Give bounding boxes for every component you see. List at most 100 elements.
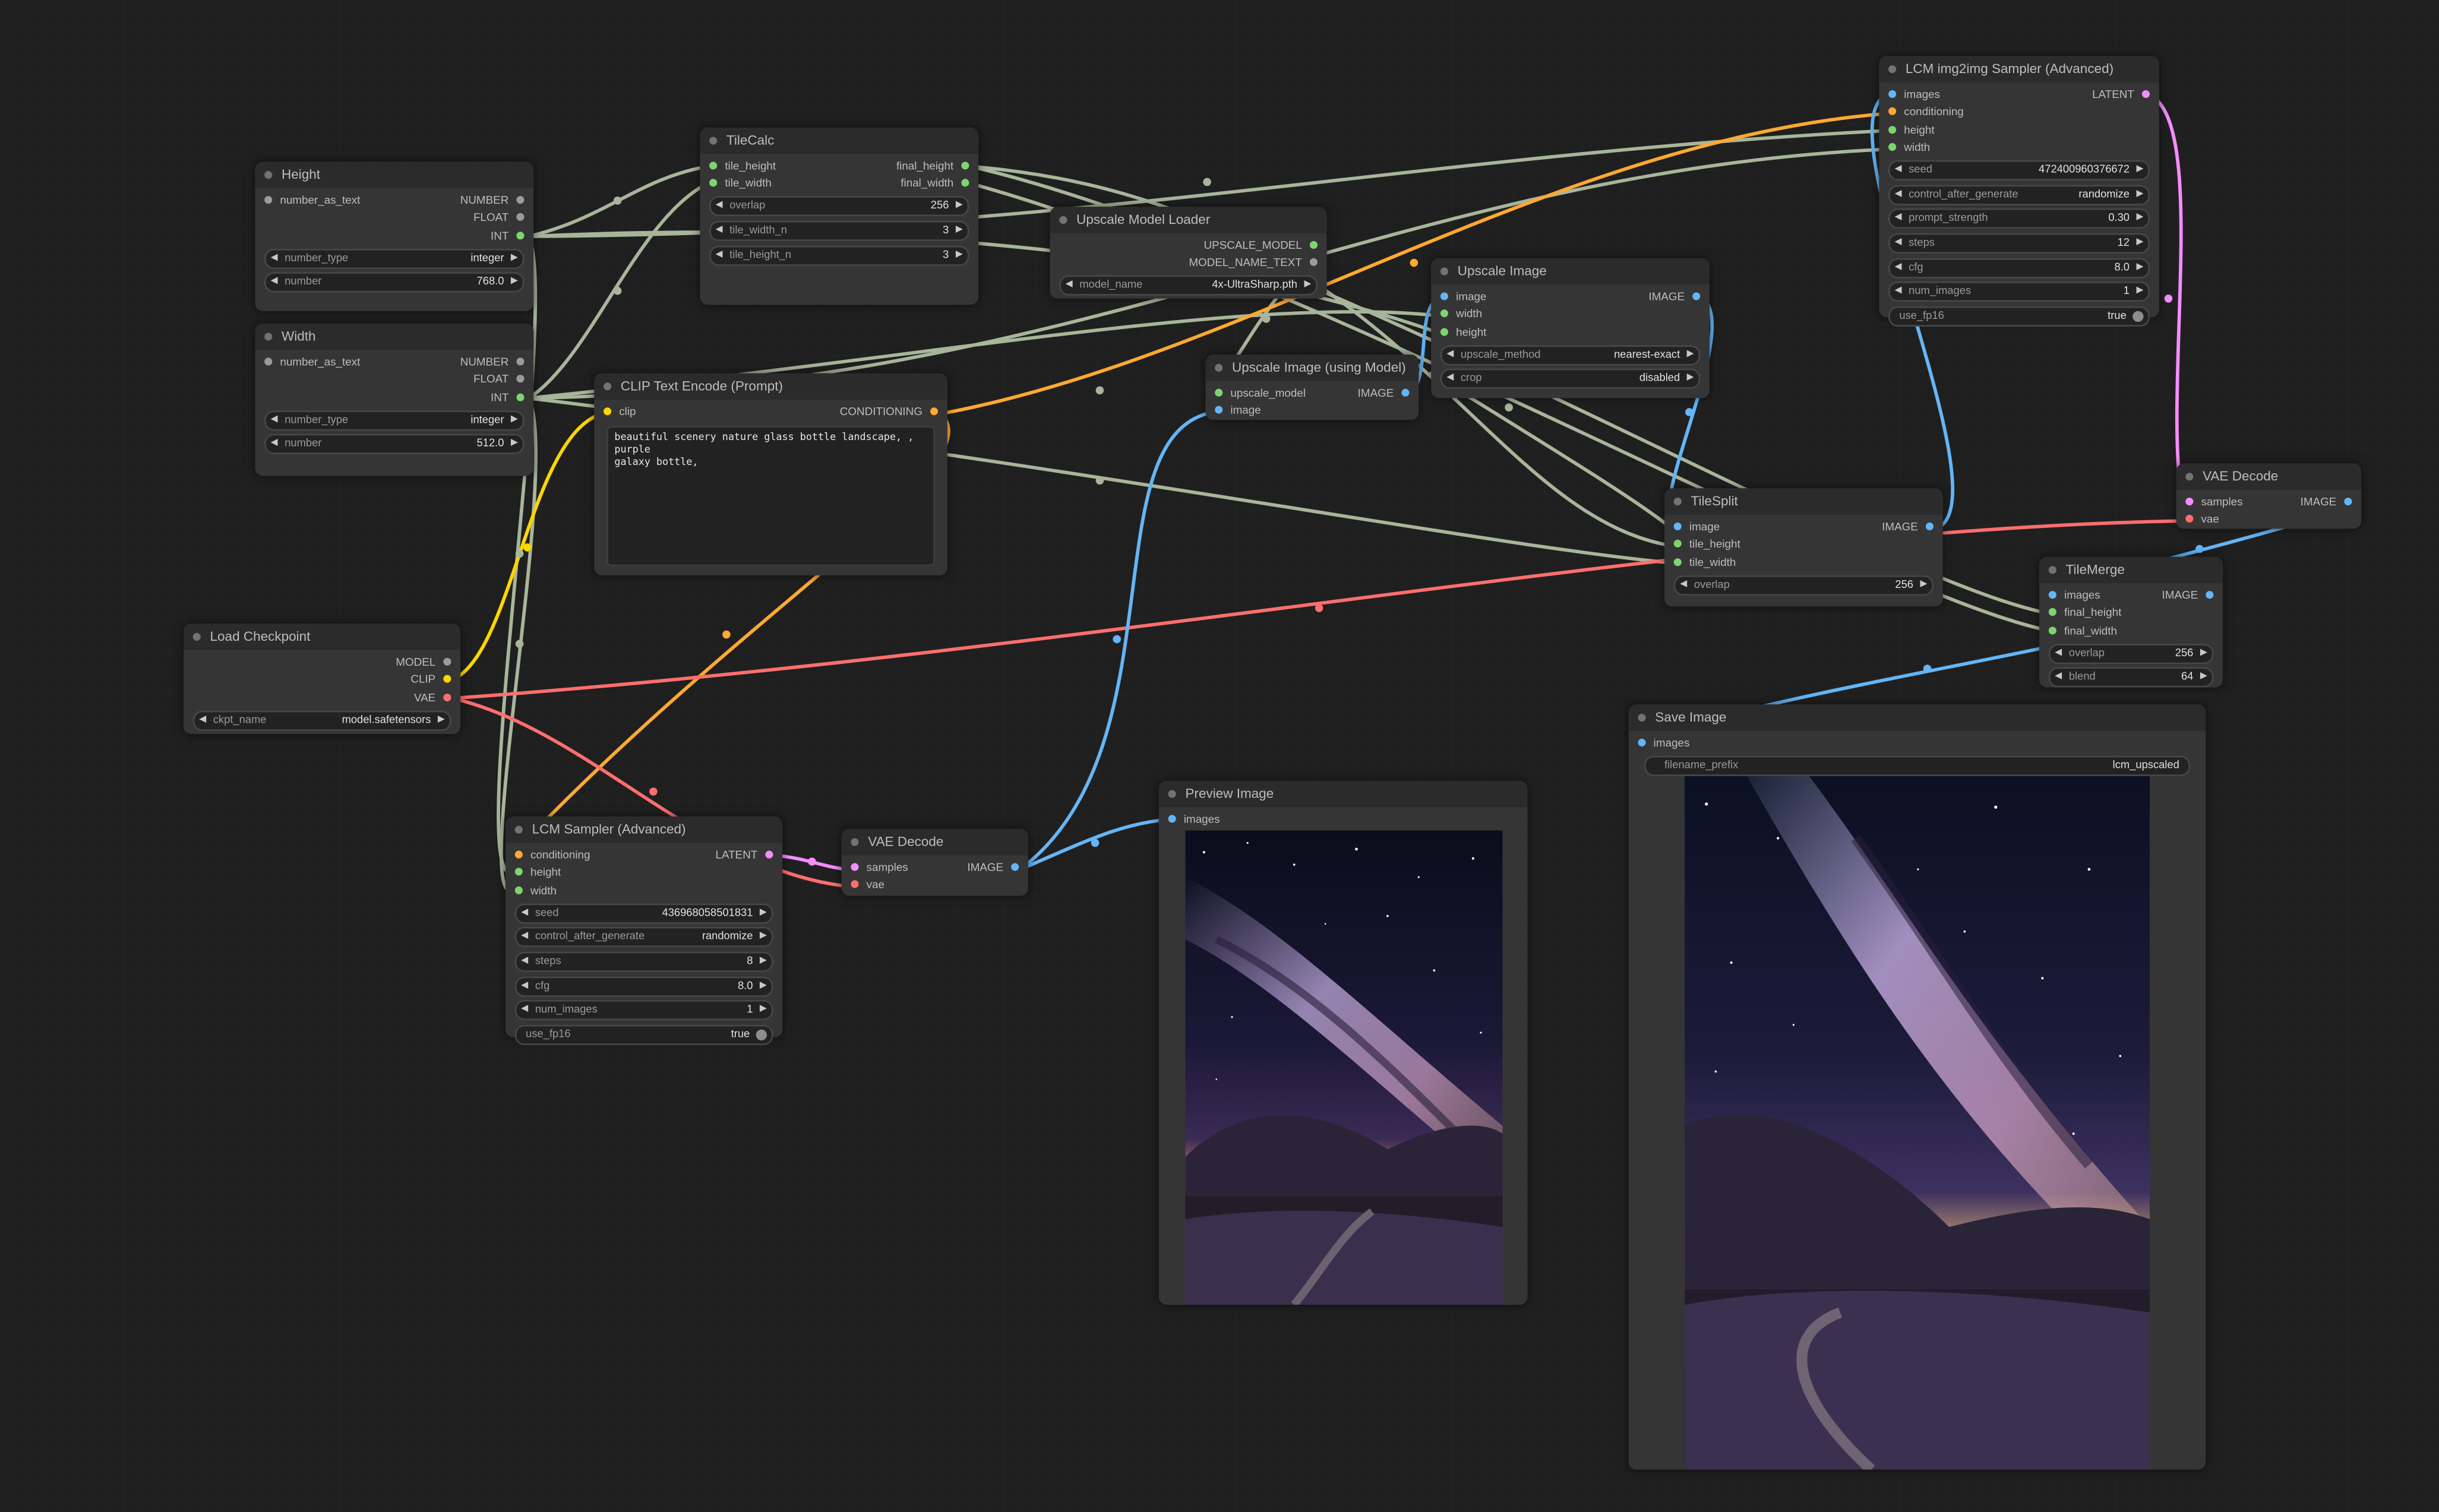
- slot-dot-icon[interactable]: [709, 162, 718, 170]
- node-title[interactable]: Upscale Model Loader: [1050, 207, 1327, 233]
- node-title[interactable]: Preview Image: [1158, 780, 1528, 808]
- prompt-textarea[interactable]: beautiful scenery nature glass bottle la…: [606, 426, 935, 567]
- upscale-method-combo[interactable]: ◀ upscale_method nearest-exact ▶: [1440, 344, 1701, 365]
- node-title[interactable]: CLIP Text Encode (Prompt): [594, 373, 947, 400]
- slot-dot-icon[interactable]: [1011, 863, 1019, 871]
- slot-dot-icon[interactable]: [264, 358, 273, 366]
- output-upscale-model[interactable]: UPSCALE_MODEL: [1204, 236, 1318, 254]
- lcm-sampler-node[interactable]: LCM Sampler (Advanced) conditioning LATEN…: [506, 816, 783, 1045]
- node-title[interactable]: TileMerge: [2039, 556, 2223, 584]
- height-node[interactable]: Height number_as_text NUMBER FLOAT INT ◀ n…: [255, 162, 534, 311]
- input-images[interactable]: images: [1888, 86, 1940, 103]
- upscale-model-loader-node[interactable]: Upscale Model Loader UPSCALE_MODEL MODEL…: [1050, 207, 1327, 299]
- input-vae[interactable]: vae: [2185, 511, 2219, 529]
- input-conditioning[interactable]: conditioning: [514, 846, 590, 864]
- output-conditioning[interactable]: CONDITIONING: [840, 403, 939, 420]
- slot-dot-icon[interactable]: [851, 881, 859, 889]
- slot-dot-icon[interactable]: [1925, 523, 1934, 531]
- collapse-dot-icon[interactable]: [2048, 566, 2056, 574]
- saved-image-output[interactable]: [1685, 776, 2150, 1470]
- slot-dot-icon[interactable]: [443, 657, 451, 666]
- slot-dot-icon[interactable]: [516, 196, 525, 204]
- slot-dot-icon[interactable]: [1673, 558, 1682, 566]
- collapse-dot-icon[interactable]: [1888, 65, 1897, 74]
- upscale-image-using-model-node[interactable]: Upscale Image (using Model) upscale_mode…: [1205, 355, 1419, 420]
- use-fp16-toggle[interactable]: use_fp16 true: [1888, 306, 2150, 327]
- slot-dot-icon[interactable]: [930, 407, 939, 416]
- tilecalc-node[interactable]: TileCalc tile_height final_height tile_wi…: [700, 127, 979, 305]
- collapse-dot-icon[interactable]: [709, 137, 718, 145]
- collapse-dot-icon[interactable]: [192, 632, 201, 641]
- collapse-dot-icon[interactable]: [604, 382, 612, 391]
- output-final-height[interactable]: final_height: [896, 157, 969, 175]
- output-image[interactable]: IMAGE: [1648, 287, 1701, 305]
- slot-dot-icon[interactable]: [961, 162, 969, 170]
- slot-dot-icon[interactable]: [765, 850, 773, 859]
- slot-dot-icon[interactable]: [516, 375, 525, 384]
- slot-dot-icon[interactable]: [1673, 540, 1682, 549]
- collapse-dot-icon[interactable]: [1215, 363, 1223, 372]
- slot-dot-icon[interactable]: [1888, 143, 1897, 151]
- slot-dot-icon[interactable]: [516, 231, 525, 239]
- input-upscale-model[interactable]: upscale_model: [1215, 384, 1306, 402]
- slot-dot-icon[interactable]: [1440, 310, 1449, 318]
- collapse-dot-icon[interactable]: [264, 333, 273, 341]
- node-title[interactable]: TileCalc: [700, 127, 979, 154]
- input-images[interactable]: images: [1168, 810, 1220, 828]
- slot-dot-icon[interactable]: [2185, 515, 2194, 524]
- input-vae[interactable]: vae: [851, 876, 884, 894]
- control-after-generate-combo[interactable]: ◀ control_after_generate randomize ▶: [1888, 184, 2150, 205]
- slot-dot-icon[interactable]: [2185, 498, 2194, 506]
- output-image[interactable]: IMAGE: [1358, 384, 1410, 402]
- slot-dot-icon[interactable]: [443, 675, 451, 684]
- input-image[interactable]: image: [1440, 287, 1486, 305]
- slot-dot-icon[interactable]: [516, 358, 525, 366]
- width-node[interactable]: Width number_as_text NUMBER FLOAT INT ◀ nu…: [255, 323, 534, 476]
- collapse-dot-icon[interactable]: [1059, 216, 1067, 224]
- slot-dot-icon[interactable]: [1309, 241, 1318, 249]
- slot-dot-icon[interactable]: [1440, 328, 1449, 336]
- slot-dot-icon[interactable]: [514, 886, 523, 894]
- input-final-width[interactable]: final_width: [2048, 622, 2117, 640]
- crop-combo[interactable]: ◀ crop disabled ▶: [1440, 369, 1701, 390]
- output-image[interactable]: IMAGE: [967, 859, 1019, 877]
- output-int[interactable]: INT: [491, 388, 525, 406]
- tile-height-n-field[interactable]: ◀ tile_height_n 3 ▶: [709, 245, 969, 265]
- input-clip[interactable]: clip: [604, 403, 636, 420]
- load-checkpoint-node[interactable]: Load Checkpoint MODEL CLIP VAE ◀ ckpt_nam…: [184, 624, 461, 735]
- node-title[interactable]: Upscale Image (using Model): [1205, 355, 1419, 381]
- slot-dot-icon[interactable]: [851, 863, 859, 871]
- number-type-combo[interactable]: ◀ number_type integer ▶: [264, 410, 525, 431]
- collapse-dot-icon[interactable]: [1673, 497, 1682, 506]
- input-tile-height[interactable]: tile_height: [1673, 536, 1740, 553]
- output-int[interactable]: INT: [491, 227, 525, 245]
- output-model-name-text[interactable]: MODEL_NAME_TEXT: [1189, 254, 1318, 272]
- vae-decode-node-right[interactable]: VAE Decode samples IMAGE vae: [2176, 463, 2362, 529]
- slot-dot-icon[interactable]: [1888, 125, 1897, 134]
- tile-width-n-field[interactable]: ◀ tile_width_n 3 ▶: [709, 220, 969, 241]
- input-height[interactable]: height: [514, 863, 561, 881]
- slot-dot-icon[interactable]: [514, 868, 523, 877]
- output-number[interactable]: NUMBER: [460, 191, 525, 209]
- model-name-combo[interactable]: ◀ model_name 4x-UltraSharp.pth ▶: [1059, 276, 1318, 296]
- slot-dot-icon[interactable]: [961, 179, 969, 188]
- output-model[interactable]: MODEL: [396, 653, 451, 671]
- output-float[interactable]: FLOAT: [473, 209, 525, 227]
- collapse-dot-icon[interactable]: [514, 825, 523, 834]
- seed-field[interactable]: ◀ seed 436968058501831 ▶: [514, 903, 773, 923]
- slot-dot-icon[interactable]: [709, 179, 718, 188]
- slot-dot-icon[interactable]: [2344, 498, 2352, 506]
- slot-dot-icon[interactable]: [1401, 388, 1410, 397]
- collapse-dot-icon[interactable]: [264, 171, 273, 179]
- node-title[interactable]: VAE Decode: [841, 828, 1028, 856]
- node-title[interactable]: Upscale Image: [1431, 258, 1710, 285]
- slot-dot-icon[interactable]: [1440, 292, 1449, 300]
- slot-dot-icon[interactable]: [1638, 739, 1646, 747]
- output-float[interactable]: FLOAT: [473, 371, 525, 388]
- lcm-img2img-sampler-node[interactable]: LCM img2img Sampler (Advanced) images LAT…: [1879, 56, 2159, 327]
- num-images-field[interactable]: ◀ num_images 1 ▶: [514, 1000, 773, 1021]
- input-height[interactable]: height: [1440, 323, 1486, 341]
- number-type-combo[interactable]: ◀ number_type integer ▶: [264, 248, 525, 269]
- control-after-generate-combo[interactable]: ◀ control_after_generate randomize ▶: [514, 927, 773, 948]
- input-number-as-text[interactable]: number_as_text: [264, 353, 360, 371]
